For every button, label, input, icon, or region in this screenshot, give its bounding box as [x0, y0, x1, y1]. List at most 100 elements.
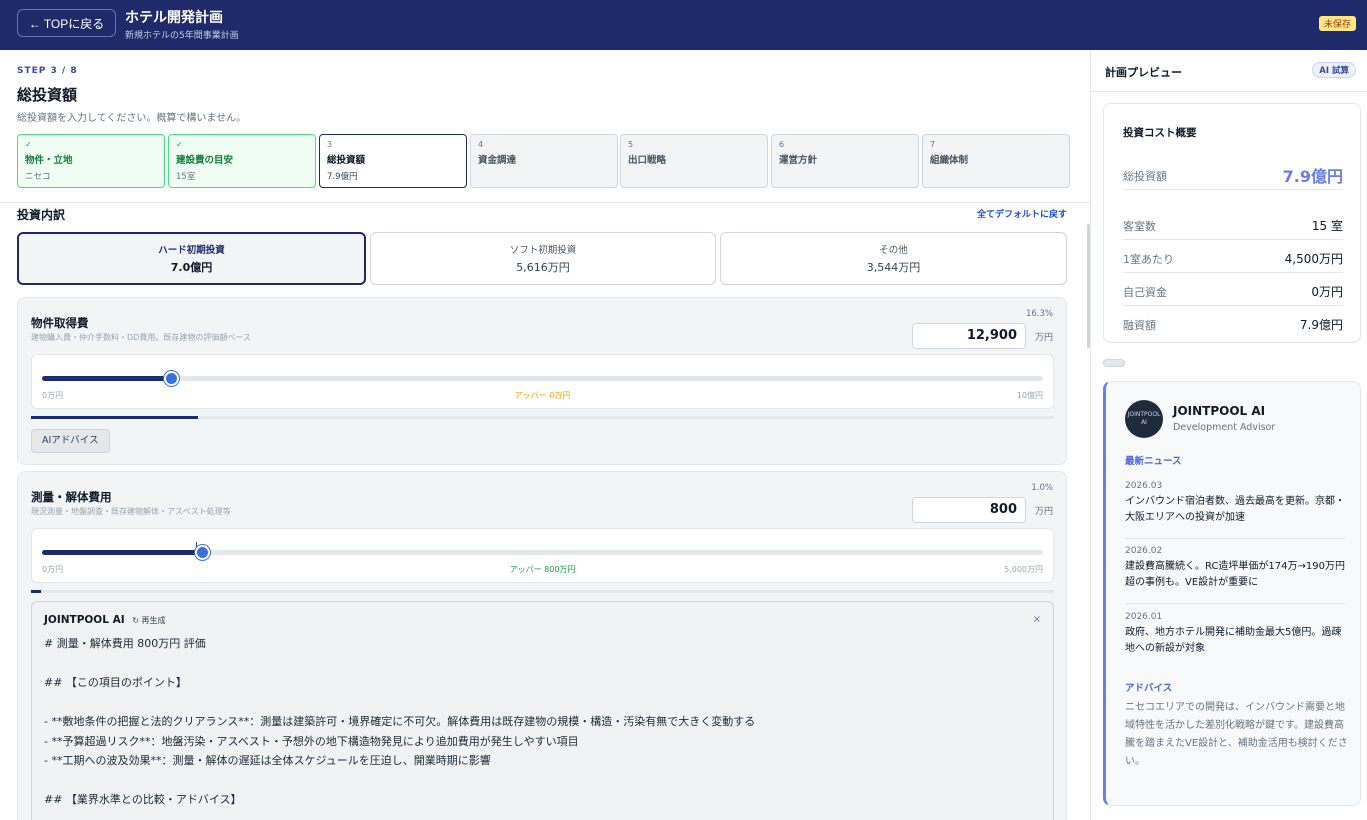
step-item-operations[interactable]: 6 運営方針 [771, 134, 919, 188]
step-value: 7.9億円 [327, 172, 358, 182]
news-date: 2026.02 [1125, 546, 1163, 556]
step-item-construction[interactable]: ✓ 建設費の目安 15室 [168, 134, 316, 188]
close-icon[interactable]: × [1033, 614, 1041, 625]
ai-advisor-card: JOINTPOOL AI JOINTPOOL AI Development Ad… [1103, 381, 1361, 806]
divider [1125, 538, 1345, 539]
step-label: 資金調達 [478, 155, 517, 166]
summary-row-total-investment: 総投資額 7.9億円 [1123, 157, 1343, 190]
ai-estimate-badge[interactable]: AI 試算 [1312, 62, 1356, 78]
news-heading: 最新ニュース [1125, 456, 1182, 467]
cost-share-bar [31, 416, 1054, 419]
step-item-investment[interactable]: 3 総投資額 7.9億円 [319, 134, 467, 188]
collapse-toggle[interactable] [1103, 359, 1125, 367]
summary-label: 自己資金 [1123, 286, 1167, 299]
back-to-top-button[interactable]: ← TOPに戻る [17, 9, 116, 37]
tab-label: その他 [879, 245, 908, 256]
news-item[interactable]: 2026.03 インバウンド宿泊者数、過去最高を更新。京都・大阪エリアへの投資が… [1125, 481, 1345, 526]
step-label: 出口戦略 [628, 155, 667, 166]
summary-row-loan: 融資額 7.9億円 [1123, 306, 1343, 339]
cost-unit: 万円 [1034, 333, 1053, 343]
regenerate-button[interactable]: ↻ 再生成 [132, 616, 165, 625]
cost-slider-thumb[interactable] [195, 545, 211, 560]
step-number: 6 [779, 140, 785, 149]
news-text: 政府、地方ホテル開発に補助金最大5億円。過疎地への新設が対象 [1125, 627, 1342, 654]
cost-share-fill [31, 416, 198, 419]
news-item[interactable]: 2026.01 政府、地方ホテル開発に補助金最大5億円。過疎地への新設が対象 [1125, 612, 1345, 657]
slider-max-label: 10億円 [1016, 391, 1043, 400]
section-title: 投資内訳 [17, 208, 66, 222]
step-label: 組織体制 [930, 155, 969, 166]
step-item-organization[interactable]: 7 組織体制 [922, 134, 1070, 188]
summary-value: 15 室 [1311, 219, 1343, 233]
summary-label: 客室数 [1123, 220, 1156, 233]
slider-upper-label: アッパー 800万円 [509, 565, 576, 574]
step-check-icon: ✓ [25, 140, 32, 149]
news-date: 2026.01 [1125, 612, 1163, 622]
cost-item-title: 物件取得費 [31, 316, 89, 330]
cost-slider-track[interactable] [42, 542, 1043, 560]
advisor-role: Development Advisor [1173, 422, 1276, 433]
app-header: ← TOPに戻る ホテル開発計画 新規ホテルの5年間事業計画 未保存 [0, 0, 1367, 50]
tab-value: 7.0億円 [170, 261, 213, 274]
cost-slider-fill [42, 550, 203, 555]
ai-advice-panel: JOINTPOOL AI ↻ 再生成 × # 測量・解体費用 800万円 評価 … [31, 601, 1054, 820]
summary-row-rooms: 客室数 15 室 [1123, 207, 1343, 240]
page-title: 総投資額 [17, 86, 78, 104]
summary-value: 4,500万円 [1284, 252, 1343, 266]
step-value: 15室 [176, 172, 196, 182]
step-nav: ✓ 物件・立地 ニセコ ✓ 建設費の目安 15室 3 総投資額 7.9億円 4 … [17, 134, 1070, 188]
summary-value: 7.9億円 [1282, 167, 1343, 186]
summary-title: 投資コスト概要 [1123, 127, 1197, 139]
cost-item-card: 物件取得費 建物購入費・仲介手数料・DD費用。既存建物の評価額ベース 16.3%… [17, 297, 1067, 465]
step-label: 物件・立地 [25, 155, 73, 166]
tab-soft-investment[interactable]: ソフト初期投資 5,616万円 [370, 232, 716, 285]
ai-text-line: ## 【この項目のポイント】 [44, 676, 187, 689]
tab-label: ソフト初期投資 [509, 245, 577, 256]
step-number: 4 [478, 140, 484, 149]
step-number: 5 [628, 140, 634, 149]
news-date: 2026.03 [1125, 481, 1163, 491]
advisor-avatar: JOINTPOOL AI [1125, 400, 1163, 438]
cost-amount-input[interactable]: 800 [912, 497, 1026, 523]
cost-item-description: 建物購入費・仲介手数料・DD費用。既存建物の評価額ベース [31, 333, 251, 342]
step-label: 建設費の目安 [176, 155, 234, 166]
cost-amount-input[interactable]: 12,900 [912, 323, 1026, 349]
app-subtitle: 新規ホテルの5年間事業計画 [125, 31, 239, 41]
cost-slider-box: 0万円 アッパー 0万円 10億円 [31, 354, 1054, 409]
cost-summary-card: 投資コスト概要 客室数 15 室 総投資額 7.9億円 1室あたり 4,500万… [1103, 103, 1361, 343]
summary-row-per-room: 1室あたり 4,500万円 [1123, 240, 1343, 273]
cost-slider-track[interactable] [42, 371, 1043, 386]
ai-advice-button[interactable]: AIアドバイス [31, 429, 110, 453]
step-indicator: STEP 3 / 8 [17, 66, 78, 76]
cost-item-description: 現況測量・地盤調査・既存建物解体・アスベスト処理等 [31, 507, 231, 516]
step-item-financing[interactable]: 4 資金調達 [470, 134, 618, 188]
step-item-exit[interactable]: 5 出口戦略 [620, 134, 768, 188]
divider [1091, 91, 1367, 92]
cost-share-bar [31, 590, 1054, 593]
summary-row-equity: 自己資金 0万円 [1123, 273, 1343, 306]
cost-unit: 万円 [1034, 507, 1053, 517]
tab-hard-investment[interactable]: ハード初期投資 7.0億円 [17, 232, 366, 285]
reset-defaults-link[interactable]: 全てデフォルトに戻す [977, 207, 1067, 220]
divider [0, 202, 1090, 203]
cost-item-title: 測量・解体費用 [31, 490, 112, 504]
step-item-property[interactable]: ✓ 物件・立地 ニセコ [17, 134, 165, 188]
step-value: ニセコ [25, 172, 51, 182]
divider [1125, 603, 1345, 604]
cost-slider-thumb[interactable] [164, 371, 180, 386]
step-label: 総投資額 [327, 155, 366, 166]
news-item[interactable]: 2026.02 建設費高騰続く。RC造坪単価が174万→190万円超の事例も。V… [1125, 546, 1345, 591]
summary-value: 7.9億円 [1299, 318, 1343, 332]
app-title: ホテル開発計画 [125, 10, 223, 26]
main-content: STEP 3 / 8 総投資額 総投資額を入力してください。概算で構いません。 … [0, 50, 1090, 820]
ai-text-line: - **敷地条件の把握と法的クリアランス**：測量は建築許可・境界確定に不可欠。… [44, 715, 756, 728]
news-text: インバウンド宿泊者数、過去最高を更新。京都・大阪エリアへの投資が加速 [1125, 496, 1345, 523]
tab-other[interactable]: その他 3,544万円 [720, 232, 1067, 285]
news-text: 建設費高騰続く。RC造坪単価が174万→190万円超の事例も。VE設計が重要に [1125, 561, 1345, 588]
cost-item-percent: 16.3% [1025, 309, 1053, 319]
tab-label: ハード初期投資 [158, 245, 225, 256]
cost-item-card: 測量・解体費用 現況測量・地盤調査・既存建物解体・アスベスト処理等 1.0% 8… [17, 471, 1067, 820]
step-number: 7 [930, 140, 936, 149]
page-description: 総投資額を入力してください。概算で構いません。 [17, 113, 247, 124]
cost-item-percent: 1.0% [1031, 483, 1053, 493]
